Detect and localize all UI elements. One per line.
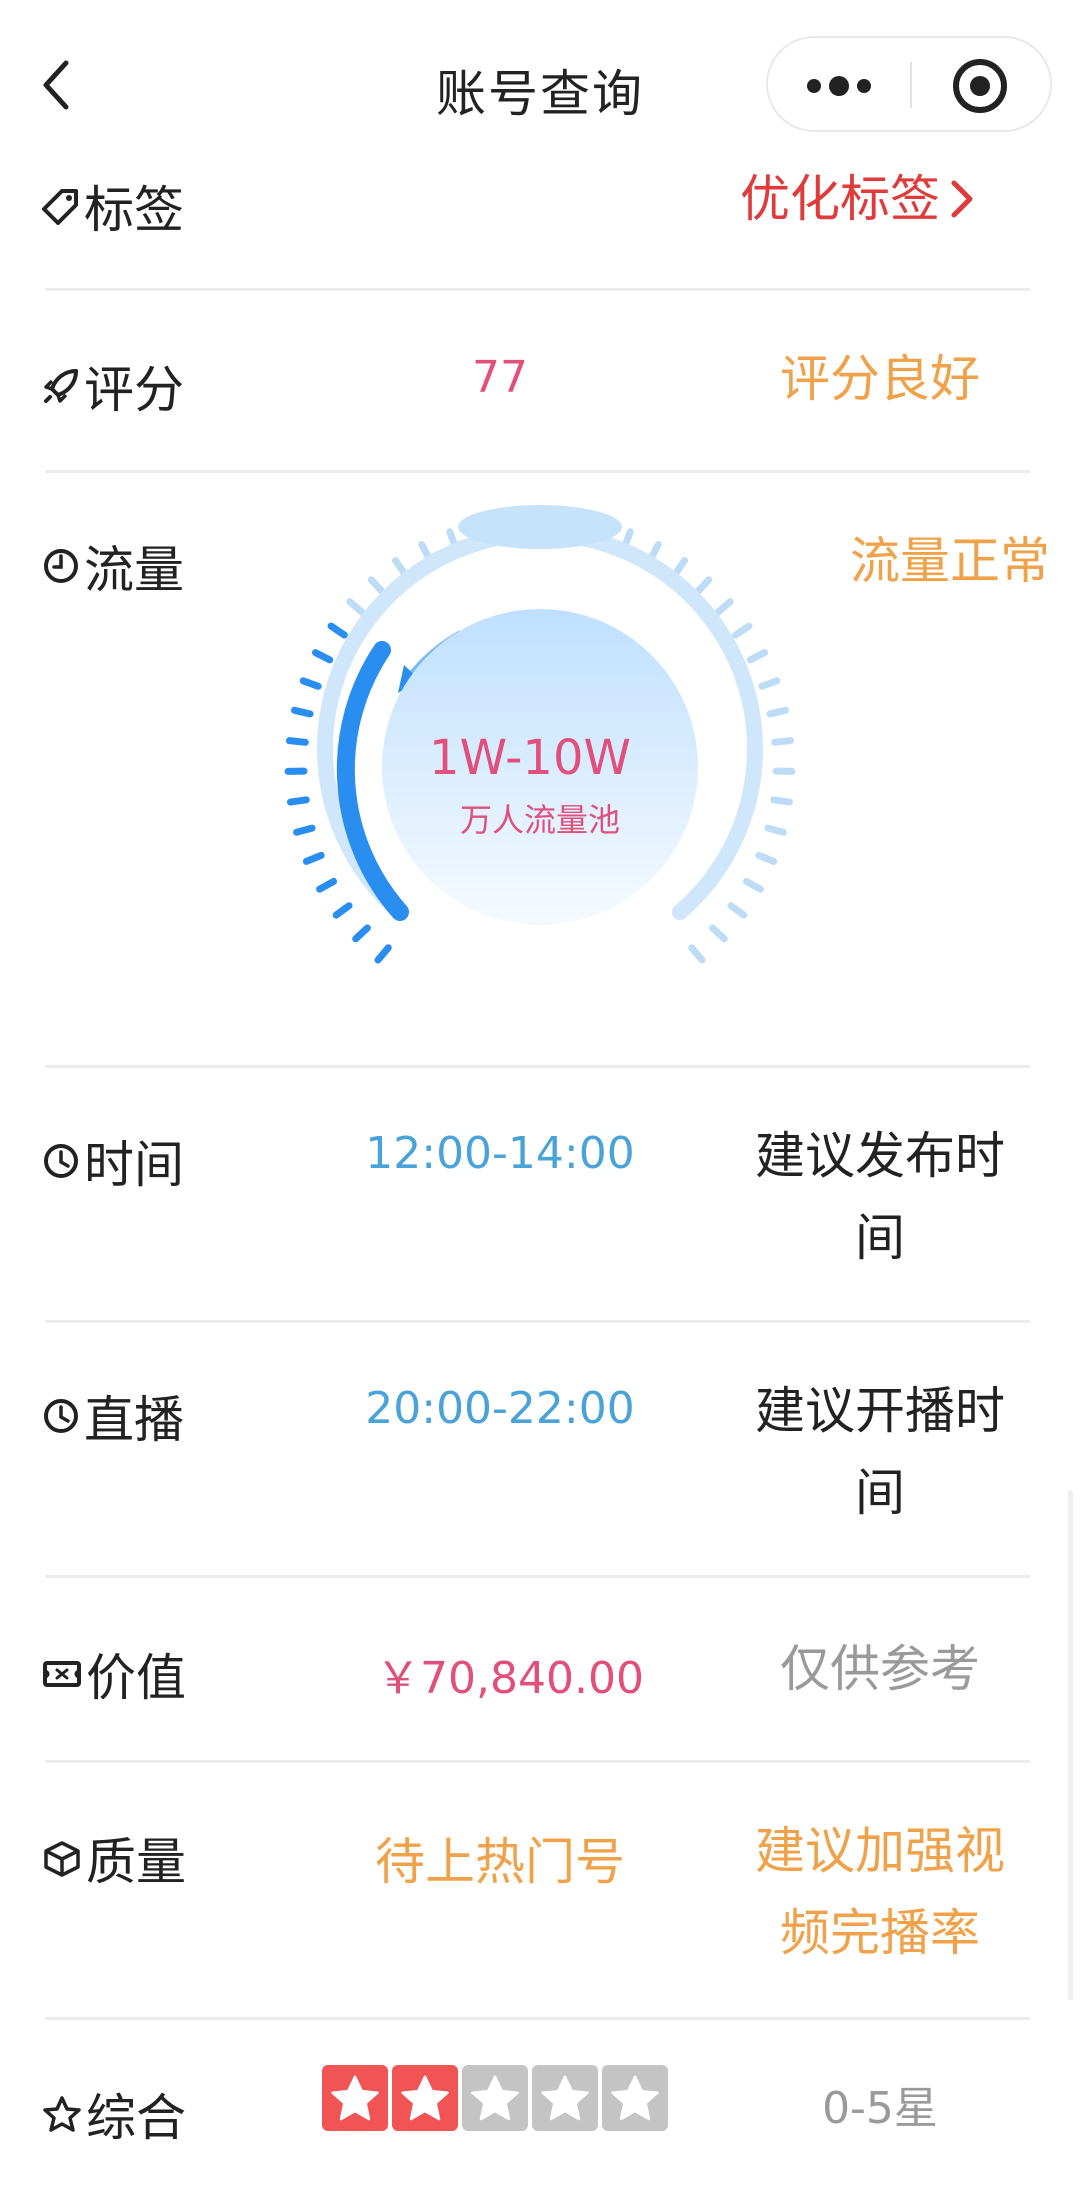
target-icon <box>953 59 1007 113</box>
optimize-tag-link[interactable]: 优化标签 <box>740 158 1040 240</box>
score-value: 77 <box>472 352 528 403</box>
nav-bar: 账号查询 <box>0 0 1080 170</box>
clock-icon <box>44 1144 78 1178</box>
tag-icon <box>42 189 78 225</box>
live-time-hint: 建议开播时 间 <box>755 1382 1005 1522</box>
worth-label: 价值 <box>42 1638 186 1710</box>
quality-hint: 建议加强视 频完播率 <box>755 1822 1005 1962</box>
divider <box>45 1760 1030 1763</box>
more-dots-icon <box>807 76 871 96</box>
star-empty-icon <box>532 2065 598 2131</box>
worth-note: 仅供参考 <box>780 1640 980 1698</box>
divider <box>45 470 1030 473</box>
divider <box>45 288 1030 291</box>
scrollbar[interactable] <box>1068 1490 1073 2000</box>
clock-icon <box>44 1399 78 1433</box>
rating-range: 0-5星 <box>822 2083 938 2134</box>
mini-program-capsule <box>766 36 1052 132</box>
star-filled-icon <box>322 2065 388 2131</box>
publish-time-value: 12:00-14:00 <box>365 1128 635 1179</box>
gauge-icon <box>44 549 78 583</box>
capsule-divider <box>910 62 912 108</box>
time-label: 时间 <box>42 1125 184 1197</box>
star-filled-icon <box>392 2065 458 2131</box>
chevron-right-icon <box>951 180 973 218</box>
quality-label: 质量 <box>42 1822 186 1894</box>
publish-time-hint: 建议发布时 间 <box>755 1127 1005 1267</box>
ticket-icon <box>43 1661 81 1687</box>
rating-stars <box>322 2065 668 2131</box>
star-icon <box>43 2096 81 2132</box>
gauge-caption: 万人流量池 <box>459 801 620 839</box>
star-empty-icon <box>462 2065 528 2131</box>
overall-label: 综合 <box>42 2078 186 2150</box>
more-button[interactable] <box>768 38 910 130</box>
gauge-value: 1W-10W <box>429 730 631 786</box>
tag-label: 标签 <box>42 170 184 242</box>
star-empty-icon <box>602 2065 668 2131</box>
quality-value: 待上热门号 <box>375 1833 625 1891</box>
rocket-icon <box>44 369 78 403</box>
divider <box>45 1065 1030 1068</box>
live-time-value: 20:00-22:00 <box>365 1383 635 1434</box>
traffic-label: 流量 <box>42 530 184 602</box>
score-status: 评分良好 <box>780 350 980 408</box>
traffic-status: 流量正常 <box>850 532 1050 590</box>
divider <box>45 1575 1030 1578</box>
box-icon <box>44 1841 80 1877</box>
divider <box>45 2017 1030 2020</box>
score-label: 评分 <box>42 350 184 422</box>
worth-value: ￥70,840.00 <box>376 1653 644 1704</box>
divider <box>45 1320 1030 1323</box>
close-program-button[interactable] <box>914 38 1050 130</box>
live-label: 直播 <box>42 1380 184 1452</box>
